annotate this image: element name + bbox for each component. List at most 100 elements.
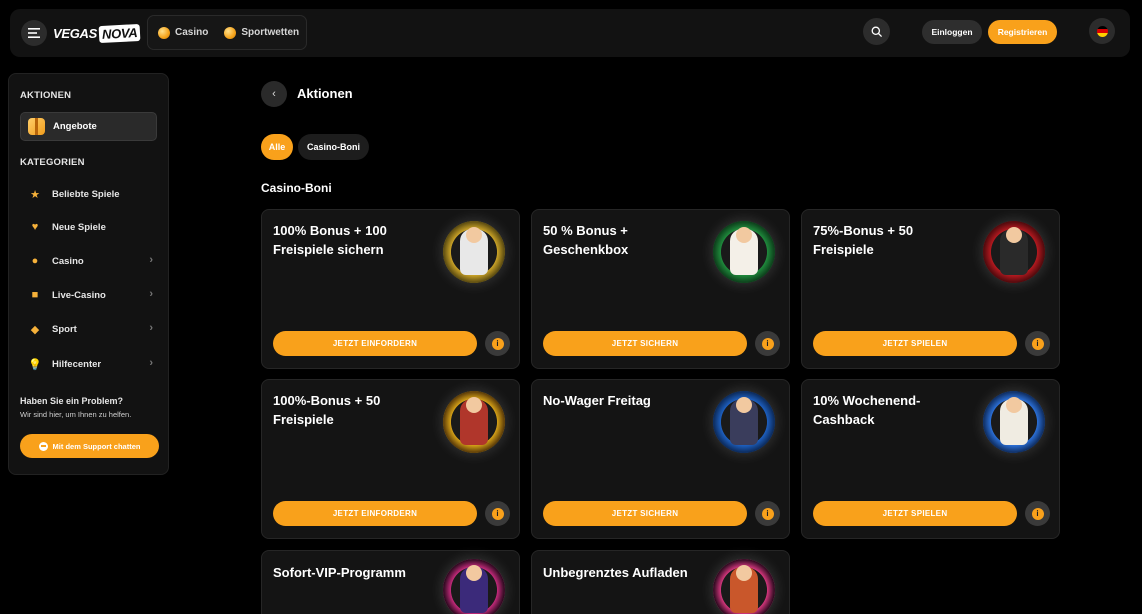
heart-icon: ♥ — [31, 221, 39, 233]
search-icon — [871, 26, 882, 37]
character-figure — [460, 227, 488, 275]
info-icon: i — [1031, 337, 1044, 350]
sidebar-item-label: Beliebte Spiele — [52, 188, 120, 200]
sidebar: AKTIONEN Angebote KATEGORIEN ★ Beliebte … — [8, 73, 169, 475]
search-button[interactable] — [863, 18, 890, 45]
gift-icon — [28, 118, 45, 135]
claim-button[interactable]: JETZT EINFORDERN — [273, 331, 477, 356]
promo-character-image — [443, 391, 505, 453]
character-figure — [730, 565, 758, 613]
character-figure — [1000, 397, 1028, 445]
sidebar-item-label: Sport — [52, 323, 77, 335]
chevron-right-icon: › — [149, 254, 153, 266]
promo-character-image — [983, 221, 1045, 283]
info-button[interactable]: i — [1025, 331, 1050, 356]
back-button[interactable]: ‹ — [261, 81, 287, 107]
info-icon: i — [1031, 507, 1044, 520]
sidebar-heading-actions: AKTIONEN — [20, 90, 72, 101]
promo-character-image — [713, 221, 775, 283]
sidebar-item-label: Angebote — [53, 121, 97, 132]
register-button[interactable]: Registrieren — [988, 20, 1057, 44]
claim-button[interactable]: JETZT SPIELEN — [813, 501, 1017, 526]
claim-button[interactable]: JETZT SICHERN — [543, 331, 747, 356]
logo-text-nova: NOVA — [98, 23, 141, 43]
info-icon: i — [491, 337, 504, 350]
logo[interactable]: VEGAS NOVA — [53, 23, 141, 43]
promo-title: 50 % Bonus + Geschenkbox — [543, 223, 629, 257]
chat-icon — [38, 441, 48, 451]
info-icon: i — [491, 507, 504, 520]
promo-character-image — [983, 391, 1045, 453]
support-chat-label: Mit dem Support chatten — [52, 441, 141, 451]
nav-casino[interactable]: Casino — [158, 26, 209, 39]
promo-title: Sofort-VIP-Programm — [273, 565, 406, 580]
ball-icon: ◆ — [30, 323, 40, 336]
character-figure — [1000, 227, 1028, 275]
coin-icon — [224, 26, 237, 39]
sidebar-item-live-casino[interactable]: ■ Live-Casino › — [29, 286, 159, 304]
promo-character-image — [713, 391, 775, 453]
promo-card[interactable]: 10% Wochenend-Cashback JETZT SPIELEN i — [801, 379, 1060, 539]
sidebar-item-label: Hilfecenter — [52, 358, 102, 370]
promo-title: 100%-Bonus + 50 Freispiele — [273, 393, 381, 427]
sidebar-heading-categories: KATEGORIEN — [20, 157, 85, 168]
promo-card[interactable]: 75%-Bonus + 50 Freispiele JETZT SPIELEN … — [801, 209, 1060, 369]
nav-casino-label: Casino — [175, 27, 209, 38]
nav-sportwetten[interactable]: Sportwetten — [224, 26, 300, 39]
character-figure — [730, 397, 758, 445]
claim-button[interactable]: JETZT SICHERN — [543, 501, 747, 526]
info-button[interactable]: i — [1025, 501, 1050, 526]
info-button[interactable]: i — [485, 331, 510, 356]
chevron-right-icon: › — [149, 357, 153, 369]
character-figure — [460, 565, 488, 613]
chevron-right-icon: › — [149, 288, 153, 300]
page-title: Aktionen — [297, 86, 353, 101]
help-title: Haben Sie ein Problem? — [20, 396, 124, 406]
menu-button[interactable] — [21, 20, 47, 46]
logo-text-vegas: VEGAS — [53, 25, 98, 41]
info-button[interactable]: i — [755, 501, 780, 526]
info-button[interactable]: i — [755, 331, 780, 356]
filter-all[interactable]: Alle — [261, 134, 293, 160]
login-button[interactable]: Einloggen — [922, 20, 982, 44]
promo-title: No-Wager Freitag — [543, 393, 651, 408]
chip-icon: ■ — [31, 289, 39, 301]
bulb-icon: 💡 — [28, 358, 42, 371]
hamburger-icon — [28, 28, 40, 38]
promo-card[interactable]: 100%-Bonus + 50 Freispiele JETZT EINFORD… — [261, 379, 520, 539]
sidebar-item-casino[interactable]: ● Casino › — [29, 252, 159, 270]
section-title: Casino-Boni — [261, 181, 332, 195]
promo-card[interactable]: Unbegrenztes Aufladen — [531, 550, 790, 614]
sidebar-item-neue-spiele[interactable]: ♥ Neue Spiele — [29, 218, 159, 236]
filter-casino-boni[interactable]: Casino-Boni — [298, 134, 369, 160]
promo-card[interactable]: No-Wager Freitag JETZT SICHERN i — [531, 379, 790, 539]
promo-card[interactable]: 50 % Bonus + Geschenkbox JETZT SICHERN i — [531, 209, 790, 369]
promo-card[interactable]: 100% Bonus + 100 Freispiele sichern JETZ… — [261, 209, 520, 369]
sidebar-item-label: Live-Casino — [52, 289, 106, 301]
info-icon: i — [761, 507, 774, 520]
character-figure — [730, 227, 758, 275]
support-chat-button[interactable]: Mit dem Support chatten — [20, 434, 159, 458]
promo-character-image — [713, 559, 775, 614]
info-button[interactable]: i — [485, 501, 510, 526]
claim-button[interactable]: JETZT EINFORDERN — [273, 501, 477, 526]
nav-sportwetten-label: Sportwetten — [241, 27, 300, 38]
promo-character-image — [443, 221, 505, 283]
character-figure — [460, 397, 488, 445]
product-nav: Casino Sportwetten — [147, 15, 307, 50]
promo-character-image — [443, 559, 505, 614]
promo-title: Unbegrenztes Aufladen — [543, 565, 688, 580]
language-button[interactable] — [1089, 18, 1115, 44]
help-subtitle: Wir sind hier, um Ihnen zu helfen. — [20, 410, 132, 419]
promo-title: 100% Bonus + 100 Freispiele sichern — [273, 223, 387, 257]
sidebar-item-label: Neue Spiele — [52, 221, 106, 233]
sidebar-item-sport[interactable]: ◆ Sport › — [29, 320, 159, 338]
coin-icon — [158, 26, 170, 39]
sidebar-item-angebote[interactable]: Angebote — [20, 112, 157, 141]
promo-card[interactable]: Sofort-VIP-Programm — [261, 550, 520, 614]
chevron-right-icon: › — [149, 322, 153, 334]
claim-button[interactable]: JETZT SPIELEN — [813, 331, 1017, 356]
sidebar-item-hilfecenter[interactable]: 💡 Hilfecenter › — [28, 355, 159, 373]
german-flag-icon — [1096, 25, 1108, 37]
sidebar-item-beliebte-spiele[interactable]: ★ Beliebte Spiele — [29, 185, 159, 203]
